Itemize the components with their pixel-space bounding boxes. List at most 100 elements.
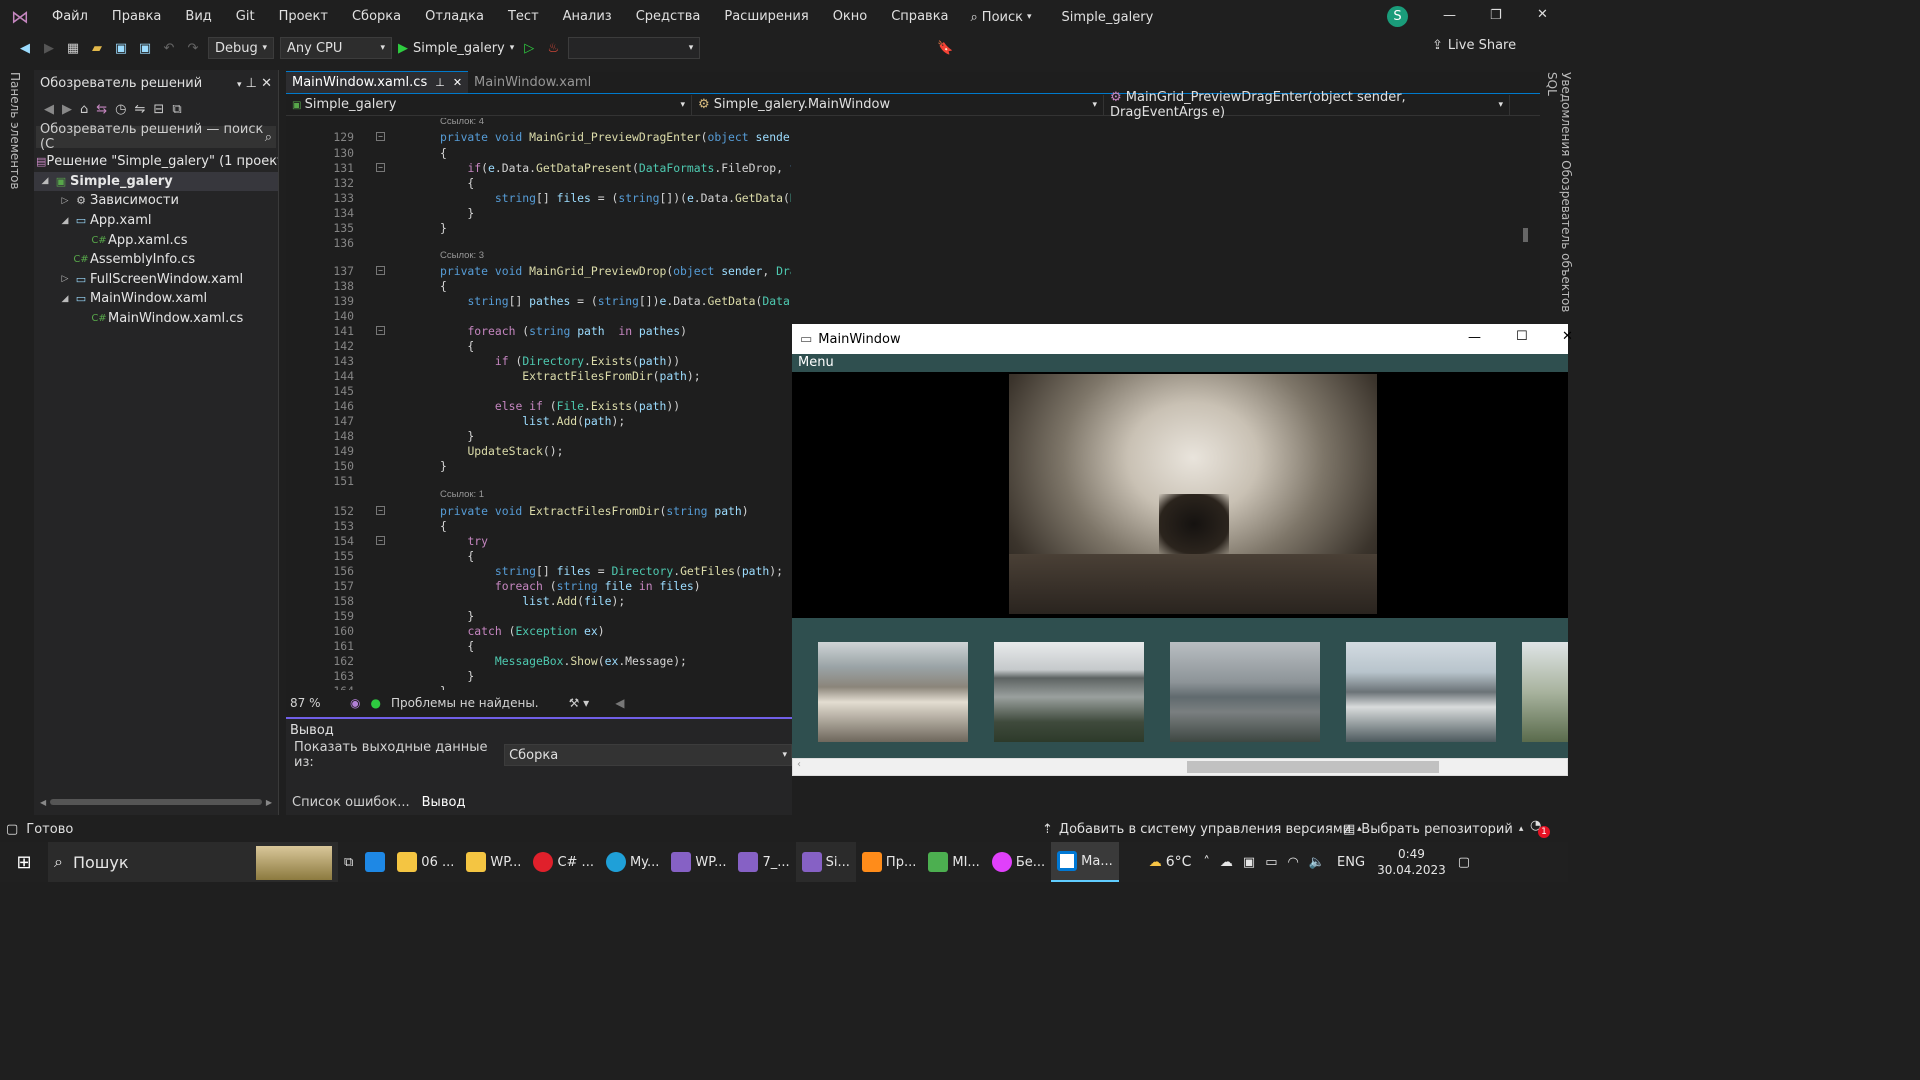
language-indicator[interactable]: ENG — [1331, 842, 1371, 882]
tree-item-app-xaml-cs[interactable]: C# App.xaml.cs — [34, 230, 278, 250]
open-folder-icon[interactable]: ▰ — [88, 41, 106, 56]
scroll-left-icon[interactable]: ‹ — [797, 759, 801, 770]
redo-icon[interactable]: ↷ — [184, 41, 202, 56]
maximize-icon[interactable]: ☐ — [1516, 329, 1528, 344]
menu-view[interactable]: Вид — [173, 0, 223, 34]
solution-hscrollbar[interactable]: ◀ ▶ — [40, 797, 272, 807]
solution-search-input[interactable]: Обозреватель решений — поиск (C ⌕ — [36, 122, 276, 152]
menu-build[interactable]: Сборка — [340, 0, 413, 34]
thumbnail-image[interactable] — [1522, 642, 1568, 742]
home-icon[interactable]: ⌂ — [80, 102, 88, 117]
right-tool-strip[interactable]: Уведомления Обозреватель объектов SQL — [1540, 66, 1573, 326]
clock[interactable]: 0:49 30.04.2023 — [1371, 842, 1452, 882]
close-panel-icon[interactable]: ✕ — [261, 76, 272, 91]
show-all-files-icon[interactable]: ⧉ — [172, 102, 181, 117]
fold-toggle[interactable]: − — [376, 132, 385, 141]
restore-icon[interactable]: ❐ — [1490, 8, 1502, 23]
toolbox-strip[interactable]: Панель элементов — [0, 66, 34, 816]
add-to-source-control-button[interactable]: ⇡ Добавить в систему управления версиями… — [1042, 822, 1362, 837]
taskbar-app-mainwindow[interactable]: Ма... — [1051, 842, 1119, 882]
select-repository-button[interactable]: ▤ Выбрать репозиторий ▴ — [1343, 822, 1523, 837]
start-debug-button[interactable]: ▶ Simple_galery ▾ — [398, 41, 514, 56]
notifications-button[interactable]: ◔ 1 — [1530, 818, 1550, 838]
menu-project[interactable]: Проект — [267, 0, 340, 34]
menu-analyze[interactable]: Анализ — [551, 0, 624, 34]
editor-vscrollbar[interactable] — [1520, 118, 1532, 318]
user-avatar[interactable]: S — [1387, 6, 1408, 27]
save-icon[interactable]: ▣ — [112, 41, 130, 56]
taskbar-app-vs-2[interactable]: 7_... — [732, 842, 795, 882]
tree-item-mainwindow-xaml[interactable]: ◢ ▭ MainWindow.xaml — [34, 289, 278, 309]
tree-item-solution[interactable]: ▤ Решение "Simple_galery" (1 проекта — [34, 152, 278, 172]
sync-icon[interactable]: ⇋ — [135, 102, 146, 117]
pin-icon[interactable]: ⊥ — [246, 76, 257, 91]
forward-icon[interactable]: ▶ — [40, 41, 58, 56]
fold-toggle[interactable]: − — [376, 326, 385, 335]
code-cleanup-icon[interactable]: ⚒ ▾ — [569, 696, 590, 710]
system-tray[interactable]: ˄ ☁ ▣ ▭ ◠ 🔈 — [1197, 842, 1331, 882]
menu-tools[interactable]: Средства — [624, 0, 713, 34]
tab-output[interactable]: Вывод — [416, 795, 472, 810]
scrollbar-thumb[interactable] — [1187, 761, 1439, 773]
scroll-left-icon[interactable]: ◀ — [615, 696, 624, 710]
taskbar-mail[interactable] — [359, 842, 391, 882]
project-nav-dropdown[interactable]: ▣ Simple_galery ▾ — [286, 94, 692, 115]
taskbar-app-vs-1[interactable]: WP... — [665, 842, 732, 882]
back-icon[interactable]: ◀ — [44, 102, 54, 117]
thumbnail-image[interactable] — [994, 642, 1144, 742]
tree-item-dependencies[interactable]: ▷ ⚙ Зависимости — [34, 191, 278, 211]
menu-help[interactable]: Справка — [879, 0, 960, 34]
start-button[interactable]: ⊞ — [0, 842, 48, 882]
battery-icon[interactable]: ▭ — [1265, 855, 1277, 870]
taskbar-app-vs-3[interactable]: Si... — [795, 842, 856, 882]
menu-test[interactable]: Тест — [496, 0, 551, 34]
minimize-icon[interactable]: — — [1443, 8, 1456, 23]
save-all-icon[interactable]: ▣ — [136, 41, 154, 56]
switch-views-icon[interactable]: ⇆ — [96, 102, 107, 117]
taskbar-app-edge[interactable]: My... — [600, 842, 665, 882]
taskbar-app-explorer-1[interactable]: 06 ... — [391, 842, 460, 882]
main-image-viewer[interactable] — [792, 372, 1568, 618]
menu-extensions[interactable]: Расширения — [712, 0, 820, 34]
fold-toggle[interactable]: − — [376, 163, 385, 172]
fold-toggle[interactable]: − — [376, 506, 385, 515]
thumbnail-image[interactable] — [818, 642, 968, 742]
close-icon[interactable]: ✕ — [1562, 329, 1573, 344]
undo-icon[interactable]: ↶ — [160, 41, 178, 56]
thumbnail-image[interactable] — [1346, 642, 1496, 742]
visual-studio-logo-icon[interactable]: ⋈ — [0, 0, 40, 34]
start-without-debug-icon[interactable]: ▷ — [520, 41, 538, 56]
menu-git[interactable]: Git — [224, 0, 267, 34]
minimize-icon[interactable]: — — [1468, 330, 1481, 345]
search-button[interactable]: ⌕ Поиск ▾ — [971, 10, 1032, 25]
dropdown-icon[interactable]: ▾ — [237, 80, 242, 90]
taskbar-search[interactable]: ⌕ Пошук — [48, 842, 338, 882]
fold-toggle[interactable]: − — [376, 536, 385, 545]
taskbar-app-ml[interactable]: MI... — [922, 842, 985, 882]
tab-mainwindow-xaml[interactable]: MainWindow.xaml — [468, 71, 597, 93]
problems-status[interactable]: Проблемы не найдены. — [391, 696, 539, 710]
tray-app-icon[interactable]: ▣ — [1243, 855, 1255, 870]
tree-item-app-xaml[interactable]: ◢ ▭ App.xaml — [34, 211, 278, 231]
volume-icon[interactable]: 🔈 — [1309, 855, 1325, 870]
fold-toggle[interactable]: − — [376, 266, 385, 275]
platform-select[interactable]: Any CPU ▾ — [280, 37, 392, 59]
tree-item-fullscreenwindow[interactable]: ▷ ▭ FullScreenWindow.xaml — [34, 270, 278, 290]
hot-reload-icon[interactable]: ♨ — [544, 41, 562, 56]
onedrive-icon[interactable]: ☁ — [1220, 855, 1233, 870]
member-nav-dropdown[interactable]: ⚙ MainGrid_PreviewDragEnter(object sende… — [1104, 90, 1510, 120]
thumbnail-image[interactable] — [1170, 642, 1320, 742]
menu-debug[interactable]: Отладка — [413, 0, 496, 34]
weather-widget[interactable]: ☁ 6°C — [1143, 842, 1198, 882]
zoom-select[interactable]: 87 % — [290, 696, 340, 710]
output-source-select[interactable]: Сборка ▾ — [504, 744, 792, 766]
empty-toolbar-combo[interactable]: ▾ — [568, 37, 701, 59]
codelens-references[interactable]: Ссылок: 3 — [440, 250, 484, 261]
tab-error-list[interactable]: Список ошибок... — [286, 795, 416, 810]
menu-file[interactable]: Файл — [40, 0, 100, 34]
notification-center-button[interactable]: ▢ — [1452, 842, 1476, 882]
class-nav-dropdown[interactable]: ⚙ Simple_galery.MainWindow ▾ — [692, 94, 1104, 115]
chevron-up-icon[interactable]: ˄ — [1203, 855, 1210, 870]
codelens-references[interactable]: Ссылок: 1 — [440, 489, 484, 500]
menu-edit[interactable]: Правка — [100, 0, 173, 34]
